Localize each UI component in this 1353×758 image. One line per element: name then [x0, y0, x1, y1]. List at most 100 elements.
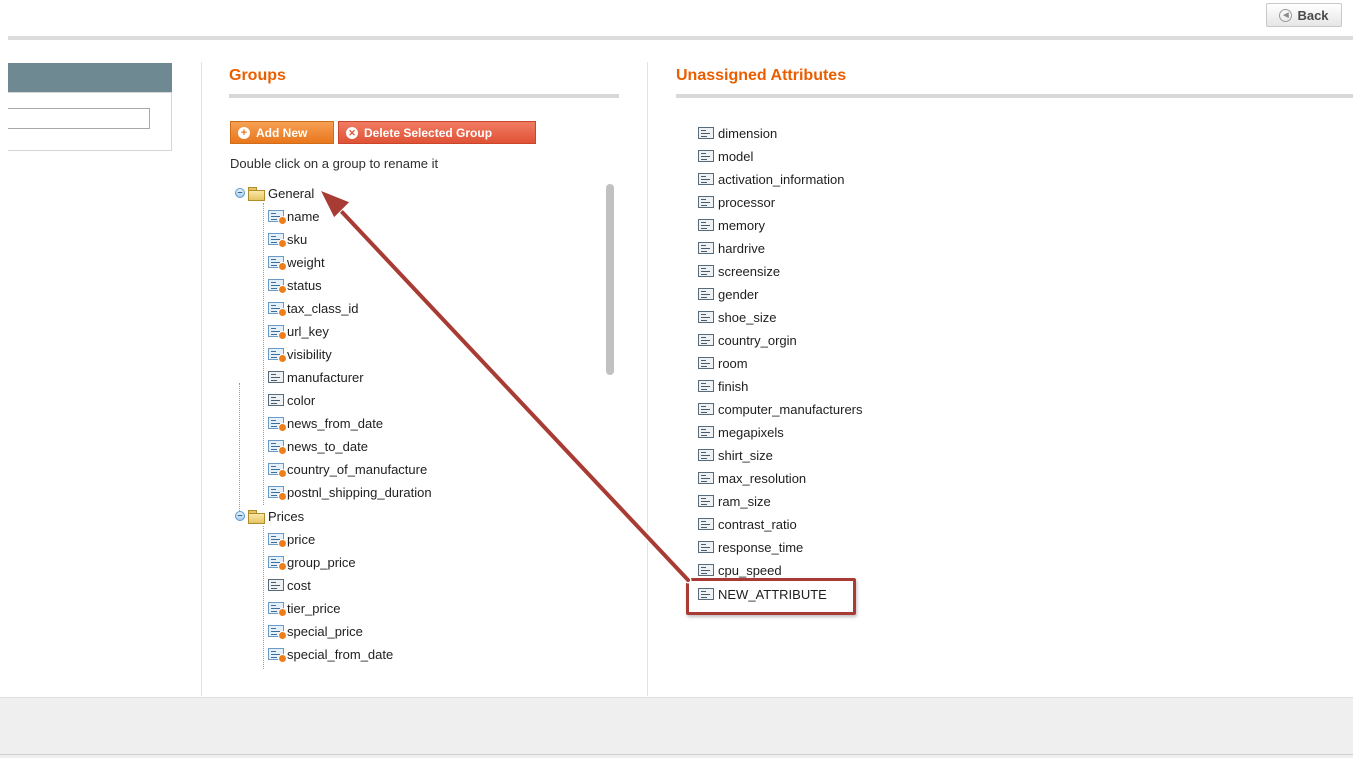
- sidebar-header: [8, 63, 172, 92]
- list-item-label: max_resolution: [718, 470, 807, 486]
- tree-item[interactable]: tax_class_id: [268, 298, 359, 318]
- attribute-icon: [268, 648, 287, 663]
- attribute-icon: [698, 288, 714, 300]
- tree-item-label: postnl_shipping_duration: [287, 484, 432, 500]
- list-item[interactable]: room: [698, 353, 748, 373]
- tree-item[interactable]: sku: [268, 229, 307, 249]
- tree-item[interactable]: tier_price: [268, 598, 340, 618]
- tree-item-label: color: [287, 392, 316, 408]
- unassigned-title-rule: [676, 94, 1353, 98]
- list-item[interactable]: hardrive: [698, 238, 765, 258]
- minus-circle-icon[interactable]: –: [235, 188, 245, 198]
- tree-item[interactable]: weight: [268, 252, 325, 272]
- attribute-icon: [268, 394, 284, 406]
- attribute-icon: [268, 579, 284, 591]
- tree-item[interactable]: special_price: [268, 621, 363, 641]
- attribute-icon: [698, 173, 714, 185]
- list-item-label: country_orgin: [718, 332, 797, 348]
- delete-group-label: Delete Selected Group: [364, 125, 493, 140]
- tree-item[interactable]: price: [268, 529, 315, 549]
- list-item[interactable]: megapixels: [698, 422, 784, 442]
- group-tree[interactable]: – General name sku weight status tax_cla…: [230, 183, 600, 669]
- back-button[interactable]: ◀ Back: [1266, 3, 1342, 27]
- delete-selected-group-button[interactable]: ✕ Delete Selected Group: [338, 121, 536, 144]
- tree-item-label: group_price: [287, 554, 356, 570]
- list-item-label: shirt_size: [718, 447, 773, 463]
- back-button-label: Back: [1297, 7, 1329, 23]
- list-item-label: megapixels: [718, 424, 784, 440]
- attribute-icon: [698, 518, 714, 530]
- list-item[interactable]: memory: [698, 215, 765, 235]
- set-name-input[interactable]: [8, 108, 150, 129]
- tree-item[interactable]: visibility: [268, 344, 332, 364]
- group-node-general[interactable]: – General: [235, 183, 314, 203]
- list-item[interactable]: activation_information: [698, 169, 844, 189]
- tree-item[interactable]: news_from_date: [268, 413, 383, 433]
- add-new-group-button[interactable]: + Add New: [230, 121, 334, 144]
- tree-item[interactable]: name: [268, 206, 320, 226]
- list-item[interactable]: shirt_size: [698, 445, 773, 465]
- list-item[interactable]: response_time: [698, 537, 803, 557]
- tree-item[interactable]: country_of_manufacture: [268, 459, 427, 479]
- list-item-label: shoe_size: [718, 309, 777, 325]
- tree-item[interactable]: news_to_date: [268, 436, 368, 456]
- minus-circle-icon[interactable]: –: [235, 511, 245, 521]
- folder-icon: [248, 509, 265, 524]
- tree-item[interactable]: manufacturer: [268, 367, 364, 387]
- tree-item-label: cost: [287, 577, 311, 593]
- list-item-label: finish: [718, 378, 749, 394]
- new-attribute-highlight-box: [686, 578, 856, 615]
- list-item[interactable]: model: [698, 146, 753, 166]
- attribute-icon: [268, 486, 287, 501]
- list-item-label: gender: [718, 286, 759, 302]
- list-item[interactable]: country_orgin: [698, 330, 797, 350]
- tree-item-label: sku: [287, 231, 308, 247]
- tree-item-label: name: [287, 208, 320, 224]
- attribute-icon: [268, 417, 287, 432]
- list-item[interactable]: processor: [698, 192, 775, 212]
- tree-item[interactable]: color: [268, 390, 315, 410]
- group-label-general: General: [268, 185, 315, 201]
- tree-item[interactable]: url_key: [268, 321, 329, 341]
- tree-item-label: price: [287, 531, 316, 547]
- list-item-label: memory: [718, 217, 765, 233]
- tree-item[interactable]: special_from_date: [268, 644, 393, 664]
- tree-item[interactable]: postnl_shipping_duration: [268, 482, 432, 502]
- attribute-icon: [698, 564, 714, 576]
- tree-item[interactable]: cost: [268, 575, 311, 595]
- attribute-icon: [698, 150, 714, 162]
- attribute-icon: [268, 371, 284, 383]
- list-item[interactable]: computer_manufacturers: [698, 399, 863, 419]
- tree-scrollbar[interactable]: [606, 184, 614, 375]
- list-item[interactable]: screensize: [698, 261, 780, 281]
- list-item-label: contrast_ratio: [718, 516, 797, 532]
- rename-hint: Double click on a group to rename it: [230, 156, 439, 171]
- column-divider-right: [647, 62, 648, 696]
- list-item[interactable]: finish: [698, 376, 748, 396]
- list-item[interactable]: dimension: [698, 123, 777, 143]
- tree-item-label: tax_class_id: [287, 300, 359, 316]
- tree-item-label: weight: [287, 254, 325, 270]
- list-item[interactable]: shoe_size: [698, 307, 777, 327]
- page-footer: [0, 697, 1353, 758]
- attribute-icon: [698, 311, 714, 323]
- group-label-prices: Prices: [268, 508, 305, 524]
- list-item-label: screensize: [718, 263, 781, 279]
- group-node-prices[interactable]: – Prices: [235, 506, 304, 526]
- tree-item[interactable]: group_price: [268, 552, 356, 572]
- attribute-icon: [698, 219, 714, 231]
- attribute-icon: [698, 127, 714, 139]
- tree-item[interactable]: status: [268, 275, 322, 295]
- list-item[interactable]: ram_size: [698, 491, 771, 511]
- list-item[interactable]: gender: [698, 284, 758, 304]
- list-item[interactable]: max_resolution: [698, 468, 806, 488]
- list-item[interactable]: contrast_ratio: [698, 514, 797, 534]
- attribute-icon: [268, 233, 287, 248]
- attribute-icon: [698, 334, 714, 346]
- attribute-icon: [698, 472, 714, 484]
- list-item-label: room: [718, 355, 748, 371]
- list-item-label: dimension: [718, 125, 778, 141]
- list-item[interactable]: cpu_speed: [698, 560, 782, 580]
- tree-item-label: status: [287, 277, 322, 293]
- folder-icon: [248, 186, 265, 201]
